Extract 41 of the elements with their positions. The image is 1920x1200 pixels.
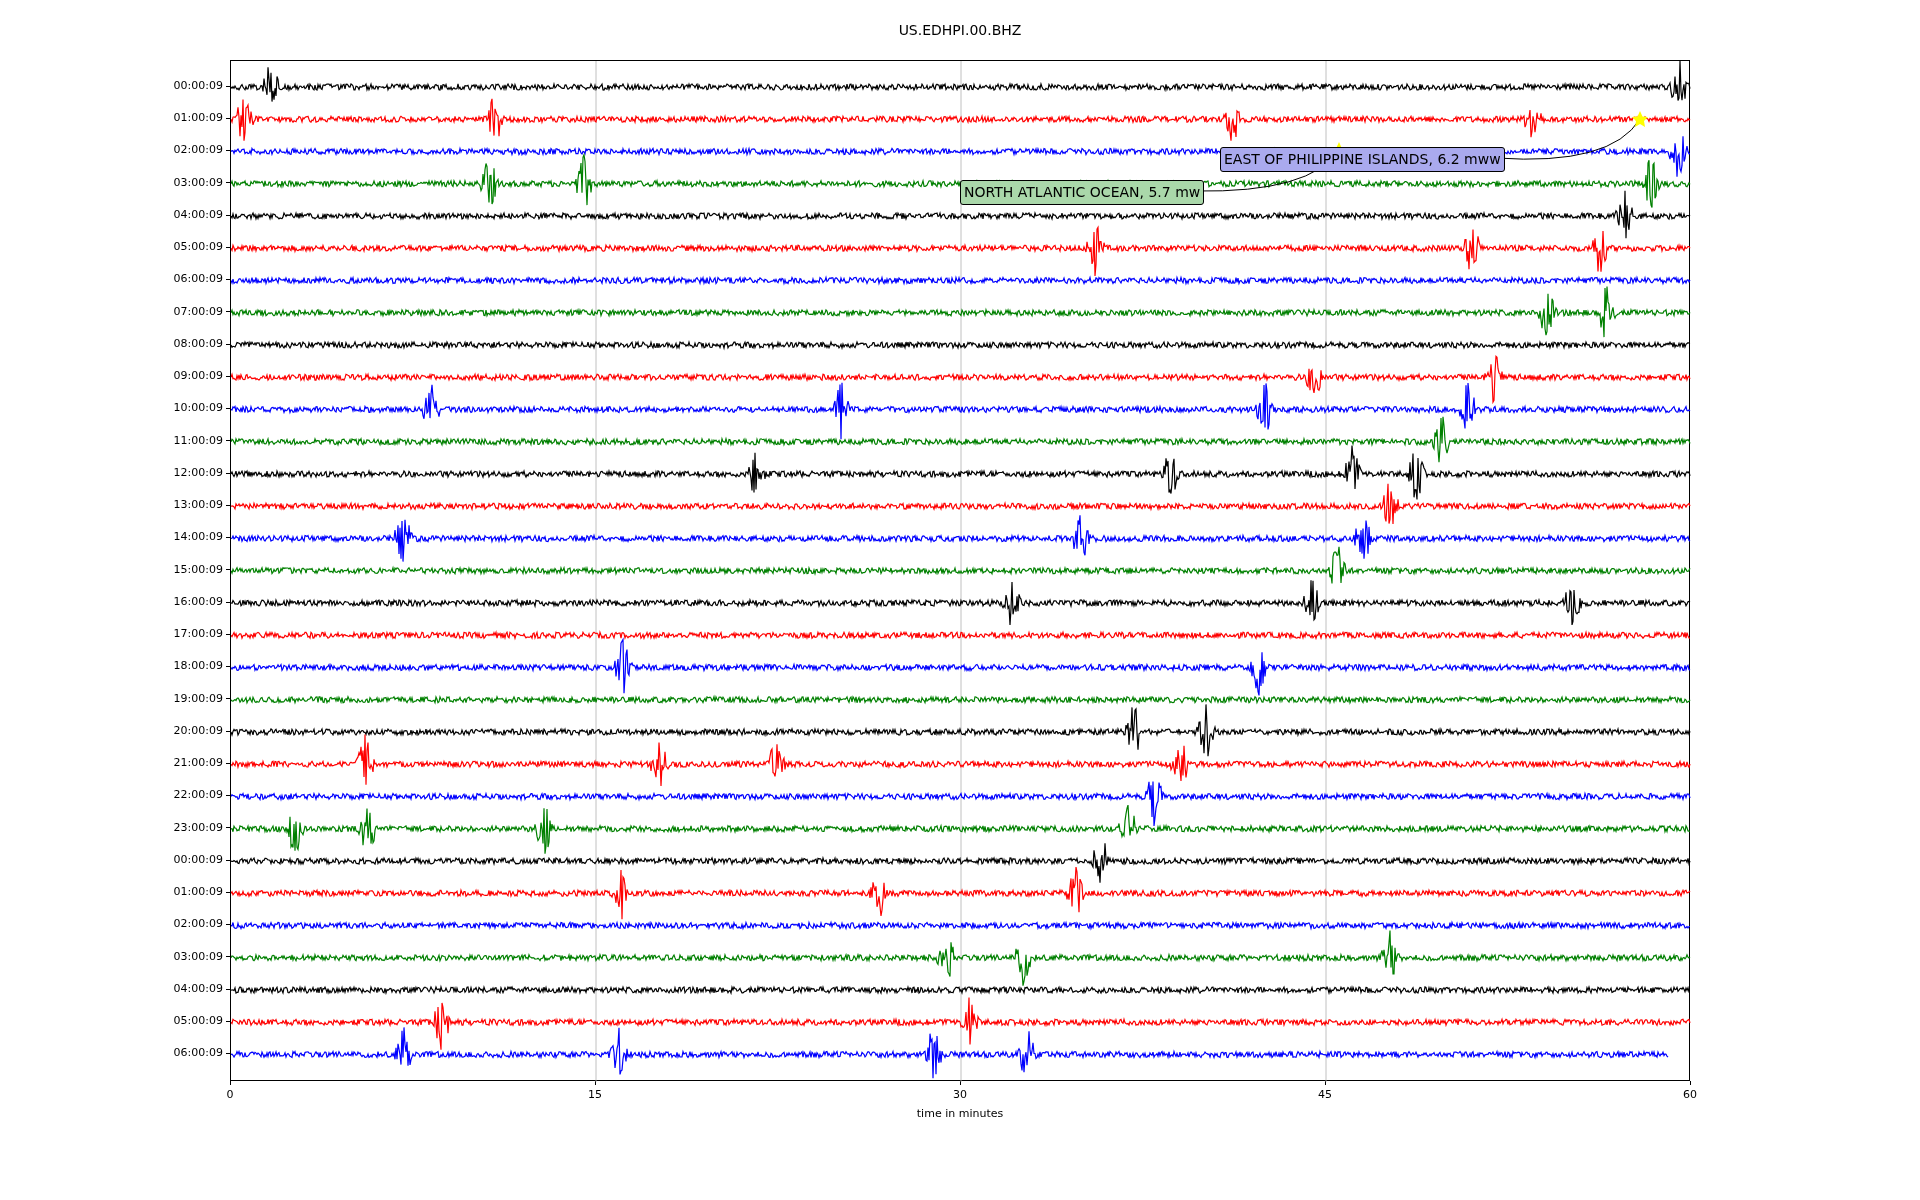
axis-tick-label: 03:00:09 [173,948,224,965]
axis-tick-label: 08:00:09 [173,335,224,352]
axis-tick-label: 04:00:09 [173,980,224,997]
axis-tick-label: 15:00:09 [173,561,224,578]
axis-tick-label: 23:00:09 [173,819,224,836]
axis-tick-label: 04:00:09 [173,206,224,223]
axis-tick-label: 14:00:09 [173,529,224,546]
axis-tick-label: 00:00:09 [173,77,224,94]
axis-tick-label: 12:00:09 [173,464,224,481]
annotation-label: NORTH ATLANTIC OCEAN, 5.7 mw [960,180,1205,205]
axis-tick-label: 60 [1683,1087,1697,1103]
axis-tick-label: 07:00:09 [173,303,224,320]
axis-tick-label: 02:00:09 [173,142,224,159]
axis-tick-label: 19:00:09 [173,690,224,707]
axis-tick-label: 06:00:09 [173,271,224,288]
axis-tick-label: 02:00:09 [173,916,224,933]
axis-tick-label: 13:00:09 [173,497,224,513]
axis-tick-label: 00:00:09 [173,851,224,868]
axis-tick-label: 05:00:09 [173,1013,224,1029]
axis-tick-label: 0 [226,1087,234,1103]
axis-tick-label: 01:00:09 [173,110,224,126]
axis-tick-label: 20:00:09 [173,722,224,739]
axis-tick-label: 30 [953,1087,967,1103]
axis-tick-label: 16:00:09 [173,593,224,610]
star-icon [1632,111,1648,127]
axis-tick-label: 22:00:09 [173,787,224,804]
axis-label: time in minutes [916,1105,1004,1122]
axis-tick-label: 03:00:09 [173,174,224,191]
axis-tick-label: 17:00:09 [173,626,224,642]
axis-tick-label: 15 [588,1087,602,1103]
axis-tick-label: 06:00:09 [173,1045,224,1062]
axis-tick-label: 11:00:09 [173,432,224,449]
axis-tick-label: 01:00:09 [173,884,224,900]
axis-tick-label: 10:00:09 [173,400,224,417]
annotation-label: EAST OF PHILIPPINE ISLANDS, 6.2 mww [1220,147,1505,172]
axis-tick-label: 18:00:09 [173,658,224,675]
axis-tick-label: 21:00:09 [173,755,224,771]
axis-tick-label: 45 [1318,1087,1332,1103]
axis-tick-label: 09:00:09 [173,368,224,384]
axis-tick-label: 05:00:09 [173,239,224,255]
chart-title: US.EDHPI.00.BHZ [898,20,1022,40]
